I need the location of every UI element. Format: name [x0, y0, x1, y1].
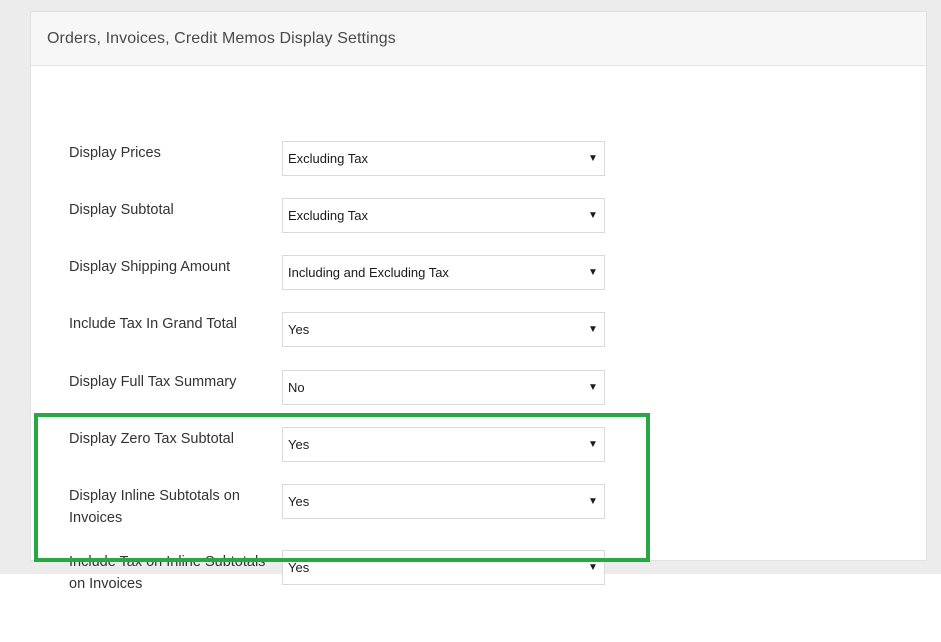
triangle-down-icon: ▼: [588, 439, 598, 450]
include-tax-grand-total-select[interactable]: Yes ▼: [282, 312, 605, 347]
setting-label: Include Tax on Inline Subtotals on Invoi…: [69, 554, 266, 592]
triangle-down-icon: ▼: [588, 153, 598, 164]
display-full-tax-summary-select[interactable]: No ▼: [282, 370, 605, 405]
select-value: Including and Excluding Tax: [288, 265, 449, 280]
setting-label: Display Subtotal: [69, 202, 174, 218]
select-value: Yes: [288, 322, 310, 337]
triangle-down-icon: ▼: [588, 496, 598, 507]
triangle-down-icon: ▼: [588, 267, 598, 278]
panel-title: Orders, Invoices, Credit Memos Display S…: [47, 29, 396, 47]
triangle-down-icon: ▼: [588, 382, 598, 393]
display-prices-select[interactable]: Excluding Tax ▼: [282, 141, 605, 176]
select-value: Excluding Tax: [288, 151, 368, 166]
select-value: No: [288, 380, 305, 395]
display-zero-tax-subtotal-select[interactable]: Yes ▼: [282, 427, 605, 462]
select-value: Yes: [288, 494, 310, 509]
panel-header[interactable]: Orders, Invoices, Credit Memos Display S…: [31, 12, 926, 66]
select-value: Yes: [288, 437, 310, 452]
select-value: Yes: [288, 560, 310, 575]
include-tax-inline-subtotals-select[interactable]: Yes ▼: [282, 550, 605, 585]
display-shipping-amount-select[interactable]: Including and Excluding Tax ▼: [282, 255, 605, 290]
triangle-down-icon: ▼: [588, 210, 598, 221]
setting-label: Display Full Tax Summary: [69, 374, 237, 390]
triangle-down-icon: ▼: [588, 324, 598, 335]
setting-label: Display Inline Subtotals on Invoices: [69, 488, 240, 526]
setting-label: Display Zero Tax Subtotal: [69, 431, 234, 447]
triangle-down-icon: ▼: [588, 562, 598, 573]
display-subtotal-select[interactable]: Excluding Tax ▼: [282, 198, 605, 233]
setting-label: Display Prices: [69, 145, 161, 161]
setting-label: Display Shipping Amount: [69, 259, 231, 275]
display-inline-subtotals-select[interactable]: Yes ▼: [282, 484, 605, 519]
setting-label: Include Tax In Grand Total: [69, 316, 237, 332]
display-settings-panel: Orders, Invoices, Credit Memos Display S…: [30, 11, 927, 592]
select-value: Excluding Tax: [288, 208, 368, 223]
